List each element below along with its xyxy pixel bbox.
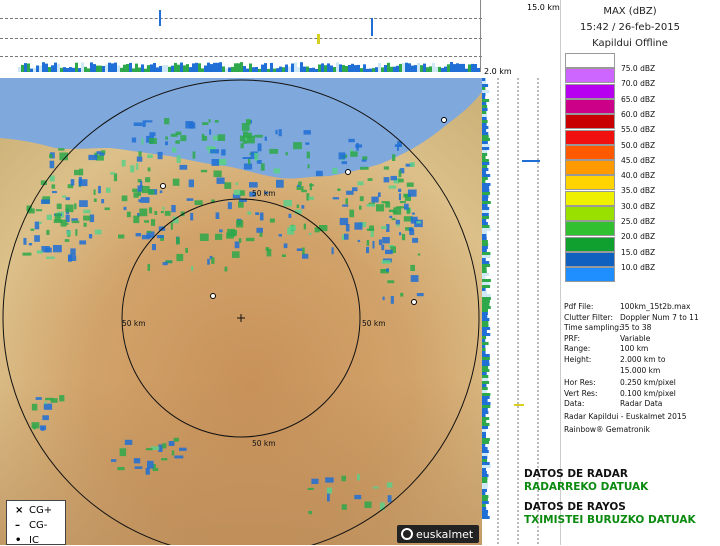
legend-label: 60.0 dBZ xyxy=(621,109,656,119)
credits-line-1: Radar Kapildui - Euskalmet 2015 xyxy=(564,412,687,421)
side-profile-scale: 2.0 km xyxy=(484,67,512,76)
legend-label: 65.0 dBZ xyxy=(621,94,656,104)
legend-label: 10.0 dBZ xyxy=(621,262,656,272)
legend-swatch xyxy=(565,190,615,206)
rays-data-title-es: DATOS DE RAYOS xyxy=(524,501,626,513)
legend-swatch xyxy=(565,206,615,221)
legend-swatch xyxy=(565,160,615,176)
legend-swatch xyxy=(565,144,615,160)
metadata-value: 100 km xyxy=(620,344,649,354)
legend-label: 45.0 dBZ xyxy=(621,155,656,165)
logo-mark-icon xyxy=(401,528,413,540)
dash-icon: – xyxy=(15,520,20,531)
radar-map: 50 km 50 km 50 km 50 km xyxy=(0,78,482,545)
metadata-key: Range: xyxy=(564,344,591,354)
legend-swatch xyxy=(565,267,615,283)
legend-swatch xyxy=(565,68,615,84)
metadata-value: 0.100 km/pixel xyxy=(620,388,676,398)
metadata-key: Height: xyxy=(564,355,592,364)
radar-data-title-eu: RADARREKO DATUAK xyxy=(524,481,649,493)
euskalmet-logo: euskalmet xyxy=(397,525,479,543)
ring-label-west: 50 km xyxy=(122,319,146,328)
metadata-value: 0.250 km/pixel xyxy=(620,378,676,388)
cross-icon: × xyxy=(15,505,24,516)
legend-swatch xyxy=(565,114,615,130)
metadata-key: Vert Res: xyxy=(564,388,598,398)
legend-swatch xyxy=(565,175,615,191)
legend-swatch xyxy=(565,221,615,237)
legend-label: 15.0 dBZ xyxy=(621,247,656,257)
metadata-key: Hor Res: xyxy=(564,378,596,388)
lightning-legend: × CG+ – CG- • IC xyxy=(6,500,66,546)
observation-time: 15:42 / 26-feb-2015 xyxy=(580,22,680,33)
metadata-key: Time sampling: xyxy=(564,323,622,333)
legend-swatch xyxy=(565,83,615,99)
legend-label: 20.0 dBZ xyxy=(621,232,656,242)
ring-label-south: 50 km xyxy=(252,439,276,448)
profile-echo xyxy=(522,160,540,162)
profile-echo xyxy=(514,404,524,406)
legend-cg-minus: – CG- xyxy=(15,520,48,531)
southern-mountains xyxy=(0,378,482,545)
north-south-profile xyxy=(0,0,482,72)
ring-label-north: 50 km xyxy=(252,189,276,198)
top-profile-scale: 15.0 km xyxy=(527,3,560,12)
radar-data-title-es: DATOS DE RADAR xyxy=(524,468,629,480)
credits-line-2: Rainbow® Gematronik xyxy=(564,425,650,434)
metadata-key: Pdf File: xyxy=(564,302,594,311)
metadata-value: 100km_15t2b.max xyxy=(620,302,691,311)
metadata-value: Variable xyxy=(620,333,651,343)
metadata-key: Clutter Filter: xyxy=(564,312,614,322)
legend-swatch xyxy=(565,236,615,252)
legend-swatch xyxy=(565,129,615,145)
station-status: Kapildui Offline xyxy=(592,38,668,49)
legend-cg-plus: × CG+ xyxy=(15,505,53,516)
legend-label: 40.0 dBZ xyxy=(621,171,656,181)
ring-label-east: 50 km xyxy=(362,319,386,328)
legend-label: 25.0 dBZ xyxy=(621,217,656,226)
rays-data-title-eu: TXIMISTEI BURUZKO DATUAK xyxy=(524,514,696,526)
dot-icon: • xyxy=(15,535,22,546)
legend-label: 50.0 dBZ xyxy=(621,140,656,150)
legend-swatch xyxy=(565,53,615,68)
legend-swatch xyxy=(565,251,615,267)
metadata-key: PRF: xyxy=(564,333,580,343)
metadata-value: 35 to 38 xyxy=(620,323,652,333)
profile-echo-band xyxy=(18,62,480,72)
metadata-value: Radar Data xyxy=(620,399,663,409)
product-name: MAX (dBZ) xyxy=(603,6,657,17)
metadata-value: 15.000 km xyxy=(620,365,661,375)
legend-label: 30.0 dBZ xyxy=(621,201,656,211)
legend-label: 55.0 dBZ xyxy=(621,125,656,135)
legend-ic: • IC xyxy=(15,535,39,546)
legend-label: 75.0 dBZ xyxy=(621,64,656,73)
metadata-key: Data: xyxy=(564,399,585,409)
legend-label: 70.0 dBZ xyxy=(621,79,656,89)
metadata-value: 2.000 km to xyxy=(620,355,666,364)
legend-label: 35.0 dBZ xyxy=(621,186,656,196)
metadata-value: Doppler Num 7 to 11 xyxy=(620,312,699,322)
legend-swatch xyxy=(565,98,615,114)
profile-echo-band xyxy=(482,78,491,519)
